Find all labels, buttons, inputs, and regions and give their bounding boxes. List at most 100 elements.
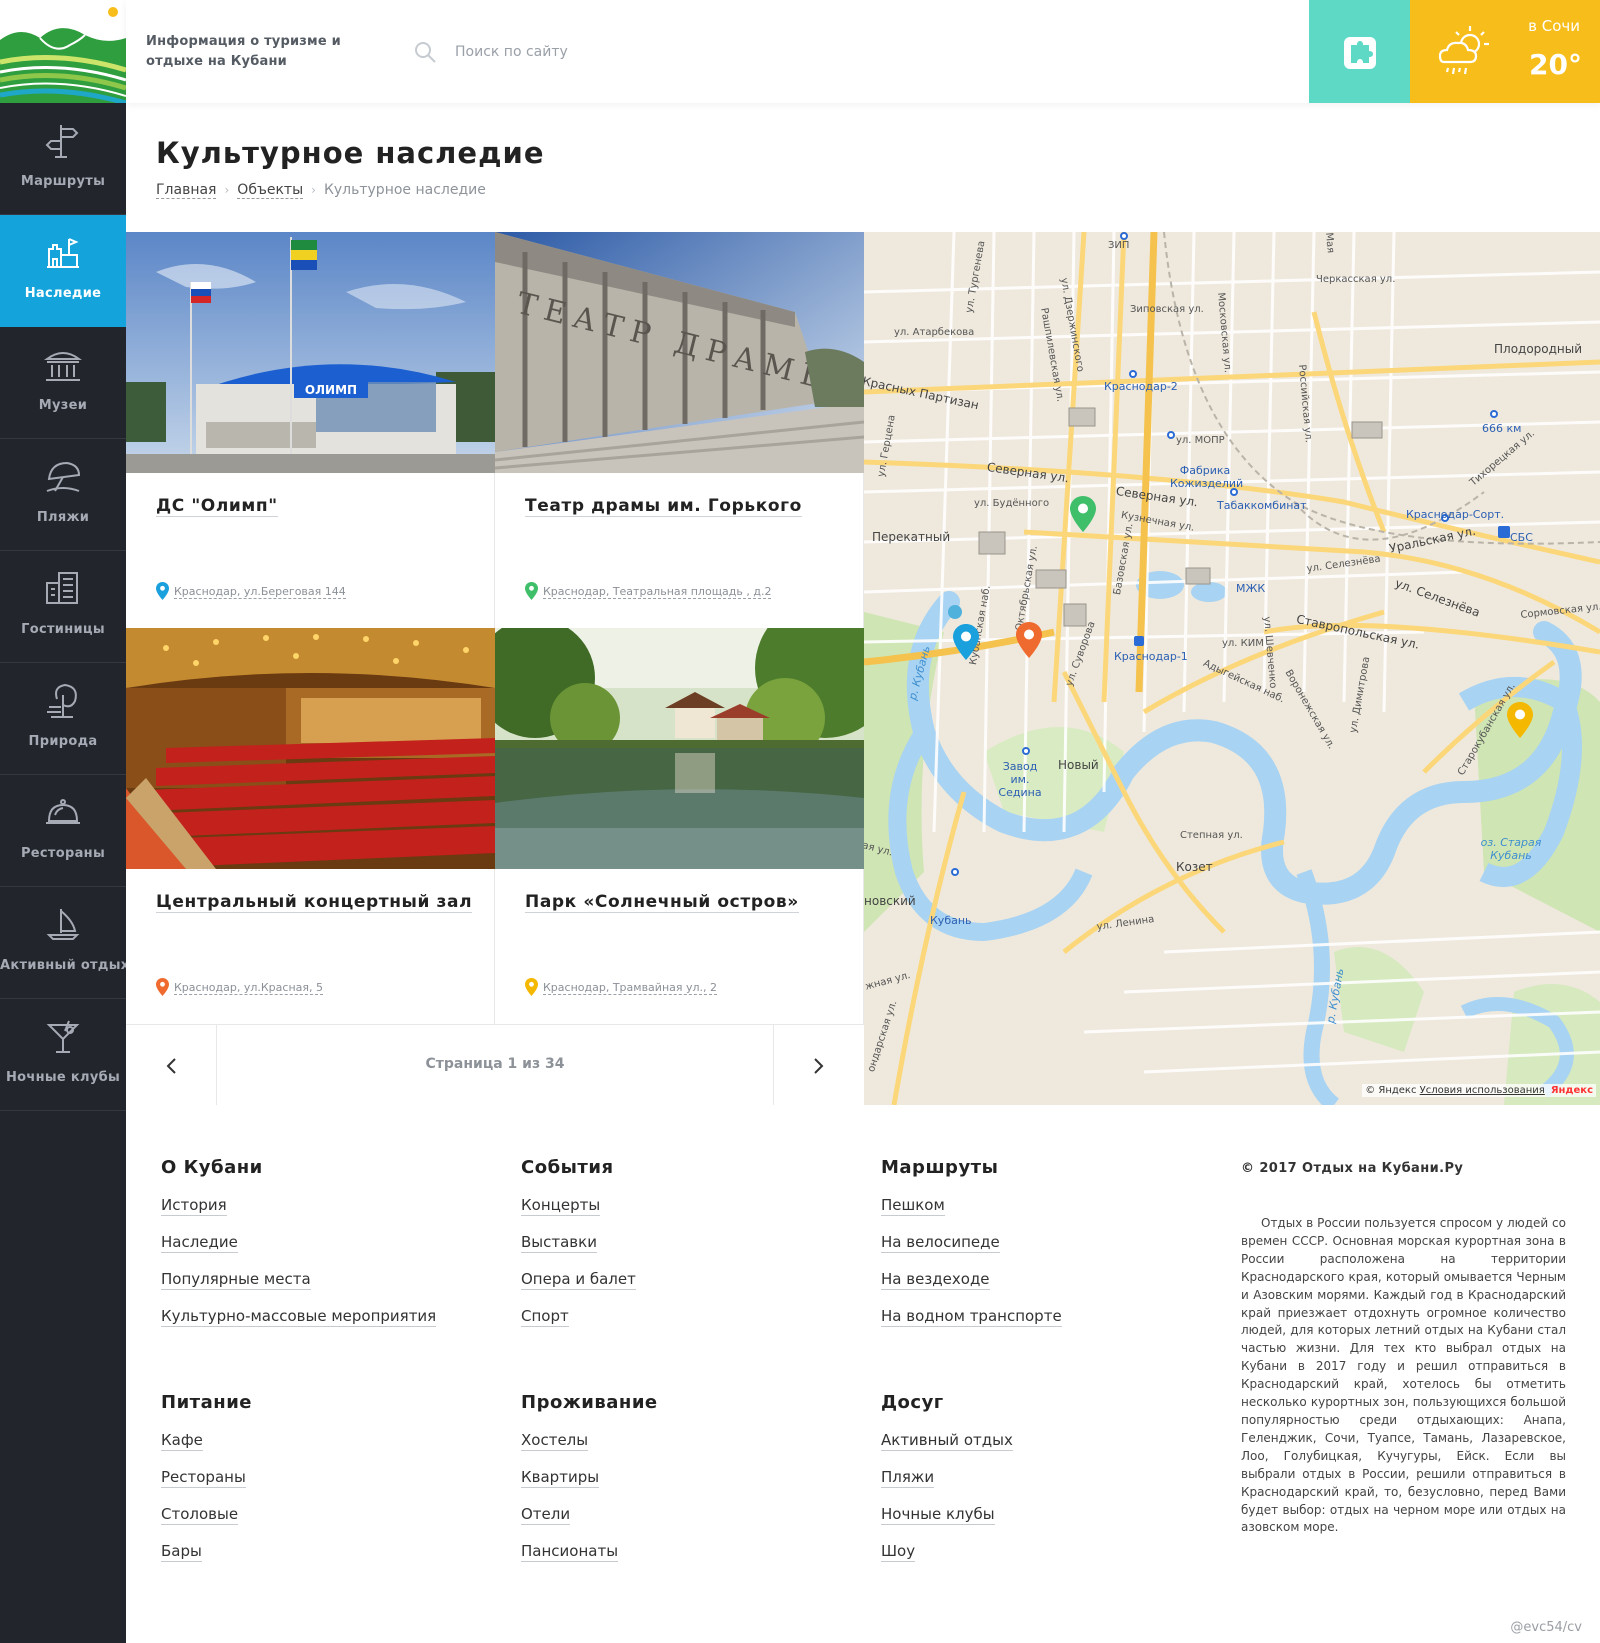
- card-address[interactable]: Краснодар, Театральная площадь , д.2: [525, 582, 772, 600]
- map-label: новский: [864, 894, 916, 908]
- sidebar-item-hotels[interactable]: Гостиницы: [0, 551, 126, 663]
- object-card[interactable]: ОЛИМП ДС "Олимп" Краснодар, ул.Береговая…: [126, 232, 495, 628]
- footer-link[interactable]: Отели: [521, 1505, 658, 1525]
- footer-link[interactable]: Выставки: [521, 1233, 636, 1253]
- card-title[interactable]: Парк «Солнечный остров»: [525, 892, 799, 913]
- castle-icon: [43, 233, 83, 273]
- chevron-right-icon: [814, 1058, 824, 1074]
- map-label: Плодородный: [1494, 342, 1583, 356]
- breadcrumb-objects[interactable]: Объекты: [237, 182, 304, 199]
- sidebar-item-heritage[interactable]: Наследие: [0, 215, 126, 327]
- sidebar-item-beaches[interactable]: Пляжи: [0, 439, 126, 551]
- signpost-icon: [43, 121, 83, 161]
- puzzle-icon: [1344, 37, 1376, 69]
- map-terms-link[interactable]: Условия использования: [1420, 1085, 1545, 1096]
- footer-column: О Кубани История Наследие Популярные мес…: [161, 1157, 437, 1344]
- weather-widget[interactable]: в Сочи 20°: [1410, 0, 1600, 103]
- footer-link[interactable]: Пансионаты: [521, 1542, 658, 1562]
- footer-link[interactable]: На вездеходе: [881, 1270, 1062, 1290]
- next-page-button[interactable]: [773, 1025, 864, 1106]
- card-address[interactable]: Краснодар, ул.Береговая 144: [156, 582, 346, 600]
- sidebar-item-routes[interactable]: Маршруты: [0, 103, 126, 215]
- map-marker-orange[interactable]: [1016, 622, 1042, 658]
- cloud-sun-rain-icon: [1434, 22, 1496, 84]
- breadcrumb-home[interactable]: Главная: [156, 182, 217, 199]
- footer-link[interactable]: На велосипеде: [881, 1233, 1062, 1253]
- card-title[interactable]: ДС "Олимп": [156, 496, 278, 517]
- site-logo[interactable]: [0, 0, 126, 103]
- map-label: Фабрика Кожизделий: [1170, 464, 1244, 490]
- footer-link[interactable]: Опера и балет: [521, 1270, 636, 1290]
- card-title[interactable]: Театр драмы им. Горького: [525, 496, 802, 517]
- object-card[interactable]: Парк «Солнечный остров» Краснодар, Трамв…: [495, 628, 864, 1024]
- footer-column: События Концерты Выставки Опера и балет …: [521, 1157, 636, 1344]
- sidebar-item-nature[interactable]: Природа: [0, 663, 126, 775]
- footer-link[interactable]: Пляжи: [881, 1468, 1013, 1488]
- footer-column-title: Проживание: [521, 1392, 658, 1413]
- sidebar-item-label: Наследие: [24, 286, 102, 301]
- footer-column: Питание Кафе Рестораны Столовые Бары: [161, 1392, 252, 1579]
- map-label: оз. Старая Кубань: [1480, 836, 1542, 862]
- card-title[interactable]: Центральный концертный зал: [156, 892, 473, 913]
- sidebar: Маршруты Наследие Музеи Пляжи Гостиницы …: [0, 0, 129, 1643]
- location-pin-icon: [156, 978, 169, 996]
- footer-link[interactable]: Пешком: [881, 1196, 1062, 1216]
- footer-link[interactable]: На водном транспорте: [881, 1307, 1062, 1327]
- map-marker-blue[interactable]: [953, 624, 979, 660]
- puzzle-button[interactable]: [1309, 0, 1410, 103]
- footer-link[interactable]: Популярные места: [161, 1270, 436, 1290]
- map-marker-yellow[interactable]: [1507, 702, 1533, 738]
- map-marker-green[interactable]: [1070, 496, 1096, 532]
- card-photo: ОЛИМП: [126, 232, 495, 473]
- card-address[interactable]: Краснодар, Трамвайная ул., 2: [525, 978, 718, 996]
- footer: О Кубани История Наследие Популярные мес…: [126, 1105, 1600, 1643]
- footer-link[interactable]: Квартиры: [521, 1468, 658, 1488]
- sidebar-item-label: Музеи: [38, 398, 88, 413]
- footer-column-title: О Кубани: [161, 1157, 263, 1178]
- sidebar-item-museums[interactable]: Музеи: [0, 327, 126, 439]
- search-input[interactable]: [455, 36, 785, 68]
- sidebar-item-nightclubs[interactable]: Ночные клубы: [0, 999, 126, 1111]
- sidebar-item-label: Гостиницы: [21, 622, 105, 637]
- map-label: Зиповская ул.: [1130, 304, 1204, 315]
- location-pin-icon: [156, 582, 169, 600]
- map-pin-icon: [1507, 702, 1533, 738]
- map-label: СБС: [1510, 531, 1533, 544]
- footer-link[interactable]: Активный отдых: [881, 1431, 1013, 1451]
- yandex-map[interactable]: ЗИП Черкасская ул. Зиповская ул. ул. Ата…: [864, 232, 1600, 1105]
- footer-column: Проживание Хостелы Квартиры Отели Пансио…: [521, 1392, 658, 1579]
- map-label: Черкасская ул.: [1316, 274, 1396, 285]
- map-label: Табаккомбинат: [1217, 499, 1307, 512]
- prev-page-button[interactable]: [126, 1025, 217, 1106]
- author-signature: @evc54/cv: [1510, 1620, 1582, 1635]
- map-label: Степная ул.: [1180, 830, 1243, 841]
- search-icon[interactable]: [413, 40, 437, 64]
- yandex-logo[interactable]: Яндекс: [1551, 1085, 1593, 1096]
- footer-link[interactable]: Культурно-массовые мероприятия: [161, 1307, 437, 1327]
- map-label: Краснодар-1: [1114, 650, 1188, 663]
- footer-link[interactable]: Кафе: [161, 1431, 252, 1451]
- footer-link[interactable]: Спорт: [521, 1307, 636, 1327]
- sidebar-item-restaurants[interactable]: Рестораны: [0, 775, 126, 887]
- tree-icon: [43, 681, 83, 721]
- footer-link[interactable]: Бары: [161, 1542, 252, 1562]
- footer-link[interactable]: Рестораны: [161, 1468, 252, 1488]
- footer-link[interactable]: Наследие: [161, 1233, 436, 1253]
- map-label: Новый: [1058, 758, 1099, 772]
- footer-link[interactable]: Ночные клубы: [881, 1505, 1013, 1525]
- footer-link[interactable]: Шоу: [881, 1542, 1013, 1562]
- map-label: ул. МОПР: [1176, 435, 1225, 446]
- footer-column-title: Досуг: [881, 1392, 944, 1413]
- object-card[interactable]: ТЕАТР ДРАМЫ Театр драмы им. Горького Кра…: [495, 232, 864, 628]
- map-label: МЖК: [1236, 582, 1266, 595]
- footer-link[interactable]: Концерты: [521, 1196, 636, 1216]
- sidebar-item-label: Природа: [28, 734, 98, 749]
- object-card[interactable]: Центральный концертный зал Краснодар, ул…: [126, 628, 495, 1024]
- card-address[interactable]: Краснодар, ул.Красная, 5: [156, 978, 323, 996]
- sidebar-item-active-rest[interactable]: Активный отдых: [0, 887, 129, 999]
- footer-link[interactable]: Хостелы: [521, 1431, 658, 1451]
- breadcrumb-current: Культурное наследие: [323, 182, 486, 198]
- sidebar-item-label: Пляжи: [36, 510, 90, 525]
- footer-link[interactable]: История: [161, 1196, 436, 1216]
- footer-link[interactable]: Столовые: [161, 1505, 252, 1525]
